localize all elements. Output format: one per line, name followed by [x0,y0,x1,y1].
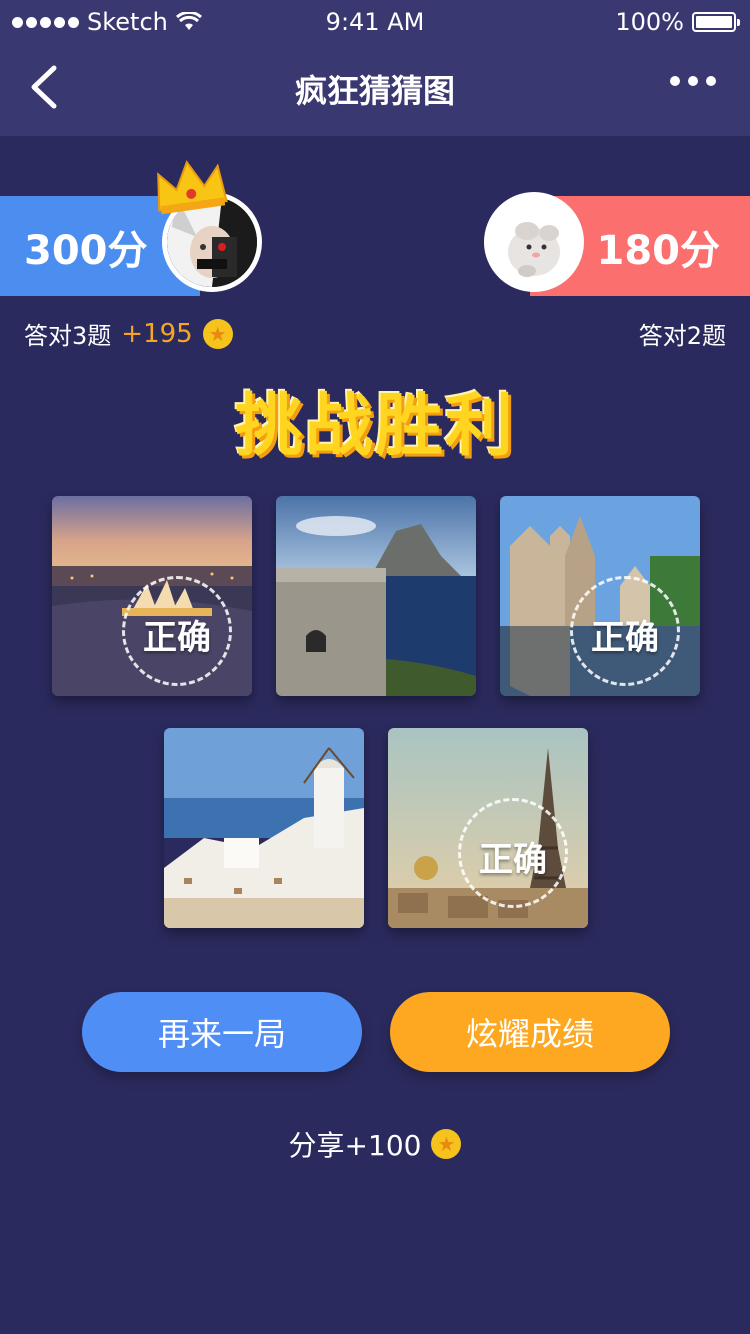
navigation-bar: 疯狂猜猜图 [0,44,750,136]
image-card-5[interactable]: 正确 [388,728,588,928]
left-bonus: +195 [121,318,193,349]
battery-label: 100% [615,8,684,36]
battery-icon [692,12,740,32]
more-icon[interactable] [670,76,716,86]
page-title: 疯狂猜猜图 [294,72,455,110]
image-card-4[interactable] [164,728,364,928]
left-player-stats: 答对3题 +195 ★ [24,316,233,351]
coin-icon: ★ [431,1129,462,1159]
show-off-button[interactable]: 炫耀成绩 [390,992,670,1072]
crown-icon [157,160,228,215]
left-score: 300分 [24,228,148,274]
right-correct-count: 答对2题 [638,322,726,350]
correct-stamp: 正确 [570,576,690,686]
share-reward[interactable]: 分享+100 ★ [0,1124,750,1164]
coastal-tower-island-image [276,496,476,696]
share-label: 分享+100 [288,1129,422,1162]
santorini-windmill-image [164,728,364,928]
coin-icon: ★ [202,318,233,349]
image-card-3[interactable]: 正确 [500,496,700,696]
status-bar: Sketch 9:41 AM 100% [0,0,750,44]
play-again-button[interactable]: 再来一局 [82,992,362,1072]
correct-stamp: 正确 [458,798,578,908]
left-correct-count: 答对3题 [24,322,112,350]
correct-stamp: 正确 [122,576,242,686]
image-card-1[interactable]: 正确 [52,496,252,696]
status-right: 100% [615,8,740,36]
right-player-avatar[interactable] [484,192,584,292]
result-title: 挑战胜利 [234,387,515,466]
right-score: 180分 [596,228,721,274]
image-card-2[interactable] [276,496,476,696]
